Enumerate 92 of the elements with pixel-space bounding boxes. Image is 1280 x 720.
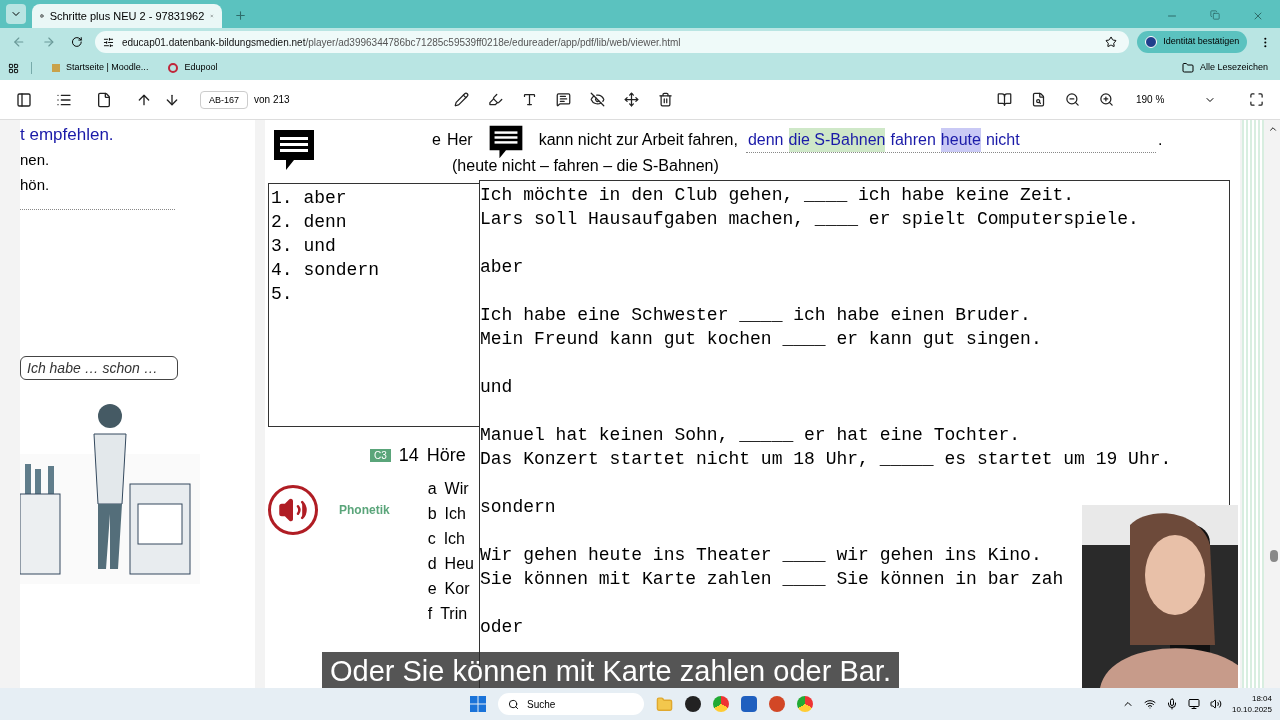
site-settings-icon: [102, 36, 114, 48]
page-text: hön.: [20, 175, 51, 195]
answer-line[interactable]: denn die S-Bahnen fahren heute nicht: [745, 128, 1156, 153]
page-count: von 213: [254, 93, 290, 107]
search-icon: [508, 698, 519, 710]
browser-tab[interactable]: Schritte plus NEU 2 - 97831962: [32, 4, 222, 28]
forward-icon: [41, 35, 56, 49]
clock-date: 10.10.2025: [1231, 704, 1272, 715]
section-number: 14: [398, 444, 419, 467]
page-text: t empfehlen.: [20, 124, 115, 146]
exercise-hint: (heute nicht – fahren – die S-Bahnen): [452, 156, 720, 176]
item-text: Kor: [444, 579, 470, 599]
item-letter: d: [427, 554, 437, 574]
note-line: Mein Freund kann gut kochen ____ er kann gut singen.: [480, 328, 1043, 351]
exercise-text: Her: [446, 130, 473, 150]
item-text: Ich: [443, 529, 465, 549]
list-item: 3. und: [271, 235, 337, 258]
section-badge: C3: [370, 449, 391, 462]
close-window-icon: [1252, 10, 1264, 22]
list-item: 4. sondern: [271, 259, 381, 282]
display-icon: [1187, 698, 1200, 710]
note-line: Lars soll Hausaufgaben machen, ____ er spielt Computerspiele.: [480, 208, 1140, 231]
bookmark-item[interactable]: Edupool: [168, 61, 218, 75]
url-text: educap01.datenbank-bildungsmedien.net/player/ad3996344786bc71285c59539ff0218e/edureader/app/pdf/lib/web/viewer.html: [121, 35, 681, 50]
speech-bubble: Ich habe … schon …: [20, 356, 178, 380]
new-tab-icon: [234, 9, 247, 22]
note-line: Ich möchte in den Club gehen, ____ ich habe keine Zeit.: [480, 184, 1076, 207]
list-item: 2. denn: [271, 211, 348, 234]
note-line: aber: [480, 256, 525, 279]
note-line: Manuel hat keinen Sohn, _____ er hat eine Tochter.: [480, 424, 1022, 447]
list-item: 1. aber: [271, 187, 348, 210]
address-bar[interactable]: educap01.datenbank-bildungsmedien.net/player/ad3996344786bc71285c59539ff0218e/edureader/app/pdf/lib/web/viewer.html: [94, 31, 1130, 53]
note-line: und: [480, 376, 514, 399]
note-line: Wir gehen heute ins Theater ____ wir gehen ins Kino.: [480, 544, 1043, 567]
note-line: Sie können mit Karte zahlen ____ Sie können in bar zah: [480, 568, 1065, 591]
item-text: Heu: [444, 554, 474, 574]
microphone-icon: [1165, 698, 1178, 710]
back-icon: [12, 35, 26, 49]
answer-text: fahren: [890, 130, 936, 150]
bookmark-icon: [52, 64, 60, 72]
profile-icon: [1145, 36, 1158, 48]
all-bookmarks-button[interactable]: Alle Lesezeichen: [1181, 61, 1268, 75]
item-text: Wir: [444, 479, 469, 499]
item-letter: c: [427, 529, 436, 549]
answer-text: denn: [747, 130, 784, 150]
apps-icon: [8, 62, 19, 74]
answer-text: heute: [940, 128, 981, 152]
chrome-icon: [713, 696, 729, 712]
list-item: 5.: [271, 283, 294, 306]
scroll-thumb: [1270, 550, 1278, 562]
restore-icon: [1210, 10, 1220, 20]
exercise-text: kann nicht zur Arbeit fahren,: [538, 130, 738, 150]
powerpoint-icon: [769, 696, 785, 712]
note-line: Das Konzert startet nicht um 18 Uhr, _____ es startet um 19 Uhr.: [480, 448, 1173, 471]
network-icon: [1143, 698, 1156, 710]
folder-icon: [656, 695, 673, 713]
item-letter: b: [427, 504, 437, 524]
bookmark-item[interactable]: Startseite | Moodle...: [52, 61, 149, 75]
reload-icon: [71, 36, 83, 48]
word-icon: [741, 696, 757, 712]
answer-text: nicht: [985, 130, 1020, 150]
folder-icon: [1181, 62, 1194, 74]
start-icon[interactable]: [470, 696, 486, 712]
page-text: nen.: [20, 150, 51, 170]
exercise-text: .: [1157, 130, 1163, 150]
item-letter: a: [427, 479, 437, 499]
item-text: Trin: [440, 604, 468, 624]
app-icon: [685, 696, 701, 712]
identity-button[interactable]: Identität bestätigen: [1137, 31, 1248, 53]
tab-list-button[interactable]: [6, 4, 26, 24]
section-title: Höre: [426, 444, 466, 467]
tab-title: Schritte plus NEU 2 - 97831962: [49, 8, 205, 24]
clock-time: 18:04: [1251, 693, 1272, 704]
exercise-letter: e: [432, 130, 441, 150]
page-number-field[interactable]: AB-167: [200, 90, 248, 109]
bookmark-icon: [168, 63, 179, 73]
answer-text: die S-Bahnen: [788, 128, 886, 152]
note-line: Ich habe eine Schwester ____ ich habe einen Bruder.: [480, 304, 1032, 327]
search-field[interactable]: Suche: [498, 693, 644, 715]
item-text: Ich: [444, 504, 466, 524]
bookmark-star-icon: [1105, 36, 1118, 48]
scroll-up-icon: [1268, 124, 1278, 134]
chrome-icon: [797, 696, 813, 712]
volume-icon: [1209, 698, 1222, 710]
note-line: sondern: [480, 496, 557, 519]
item-letter: e: [427, 579, 437, 599]
item-letter: f: [427, 604, 433, 624]
comment-icon[interactable]: [272, 128, 316, 172]
phonetik-label: Phonetik: [339, 502, 390, 519]
speaker-button[interactable]: [268, 485, 318, 535]
note-line: oder: [480, 616, 525, 639]
zoom-dropdown[interactable]: 190 %: [1136, 92, 1216, 107]
